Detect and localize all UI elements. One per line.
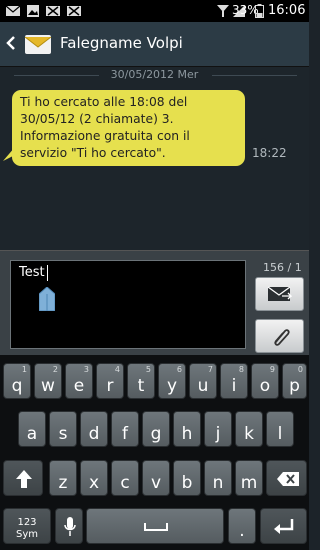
message-line: servizio "Ti ho cercato". [20,146,166,160]
key-s[interactable]: s [49,411,77,447]
character-counter: 156 / 1 [263,261,302,274]
key-label: m [240,473,258,493]
key-r[interactable]: 4r [96,363,124,399]
key-t[interactable]: 5t [127,363,155,399]
key-n[interactable]: n [204,460,232,496]
key-label: x [88,473,100,493]
key-label: n [212,473,224,493]
message-time: 18:22 [252,146,287,160]
enter-arrow-icon [274,519,294,534]
missed-message-icon [46,6,60,16]
key-y[interactable]: 6y [158,363,186,399]
key-label: w [41,376,55,396]
clock: 16:06 [268,3,306,18]
key-label: q [11,376,23,396]
key-label: . [239,521,245,541]
paperclip-icon [274,329,290,346]
microphone-icon [64,517,76,536]
symbols-label-top: 123 [17,517,37,528]
compose-area: Test 156 / 1 [0,250,309,355]
key-a[interactable]: a [18,411,46,447]
symbols-label-bottom: Sym [15,529,38,540]
key-label: t [137,376,145,396]
key-label: v [150,473,162,493]
key-e[interactable]: 3e [65,363,93,399]
key-label: h [181,424,193,444]
key-label: z [58,473,68,493]
missed-message-icon-2 [67,6,81,16]
backspace-key[interactable] [266,460,307,496]
key-label: l [277,424,283,444]
key-q[interactable]: 1q [3,363,31,399]
key-label: k [244,424,254,444]
backspace-icon [277,472,299,486]
key-j[interactable]: j [204,411,232,447]
message-notification-icon [5,5,21,16]
text-caret [47,265,48,281]
key-x[interactable]: x [80,460,108,496]
key-label: u [197,376,209,396]
key-w[interactable]: 2w [34,363,62,399]
image-notification-icon [27,5,39,17]
shift-arrow-icon [16,470,32,488]
send-envelope-icon [267,286,292,301]
key-label: o [259,376,271,396]
key-f[interactable]: f [111,411,139,447]
message-line: Ti ho cercato alle 18:08 del [20,95,188,109]
cursor-handle-icon[interactable] [39,287,55,311]
key-d[interactable]: d [80,411,108,447]
conversation-area[interactable]: 30/05/2012 Mer Ti ho cercato alle 18:08 … [0,67,309,250]
key-label: r [106,376,114,396]
message-bubble[interactable]: Ti ho cercato alle 18:08 del 30/05/12 (2… [12,90,245,166]
key-label: s [58,424,68,444]
enter-key[interactable] [260,508,307,544]
voice-input-key[interactable] [55,508,83,544]
key-l[interactable]: l [266,411,294,447]
period-key[interactable]: . [228,508,256,544]
key-c[interactable]: c [111,460,139,496]
symbols-key[interactable]: 123 Sym [3,508,51,544]
date-label: 30/05/2012 Mer [110,68,199,81]
key-b[interactable]: b [173,460,201,496]
messaging-app-icon [24,35,52,54]
key-k[interactable]: k [235,411,263,447]
space-key[interactable] [86,508,224,544]
send-button[interactable] [255,277,304,311]
key-label: a [26,424,38,444]
key-label: e [73,376,85,396]
key-m[interactable]: m [235,460,263,496]
key-label: b [181,473,193,493]
key-label: y [166,376,178,396]
key-p[interactable]: 0p [282,363,307,399]
date-separator: 30/05/2012 Mer [0,67,309,83]
status-bar: 33% 16:06 [0,0,309,22]
key-v[interactable]: v [142,460,170,496]
key-o[interactable]: 9o [251,363,279,399]
key-label: g [150,424,162,444]
action-bar: Falegname Volpi [0,22,309,67]
battery-icon [255,4,264,18]
back-chevron-icon[interactable] [4,33,18,53]
conversation-title: Falegname Volpi [60,34,183,52]
key-g[interactable]: g [142,411,170,447]
key-label: i [231,376,237,396]
key-z[interactable]: z [49,460,77,496]
key-label: c [120,473,130,493]
key-u[interactable]: 7u [189,363,217,399]
signal-icon [217,5,229,17]
keyboard: 1q 2w 3e 4r 5t 6y 7u 8i 9o 0p a s d f g … [0,355,309,550]
key-label: p [289,376,300,396]
key-i[interactable]: 8i [220,363,248,399]
space-bar-icon [144,523,168,531]
shift-key[interactable] [3,460,43,496]
message-input-text: Test [19,265,45,280]
message-input[interactable]: Test [10,260,246,349]
attach-button[interactable] [255,319,304,353]
key-label: j [215,424,221,444]
message-line: Informazione gratuita con il [20,129,190,143]
key-h[interactable]: h [173,411,201,447]
key-label: d [88,424,100,444]
message-line: 30/05/12 (2 chiamate) 3. [20,112,174,126]
key-label: f [122,424,128,444]
